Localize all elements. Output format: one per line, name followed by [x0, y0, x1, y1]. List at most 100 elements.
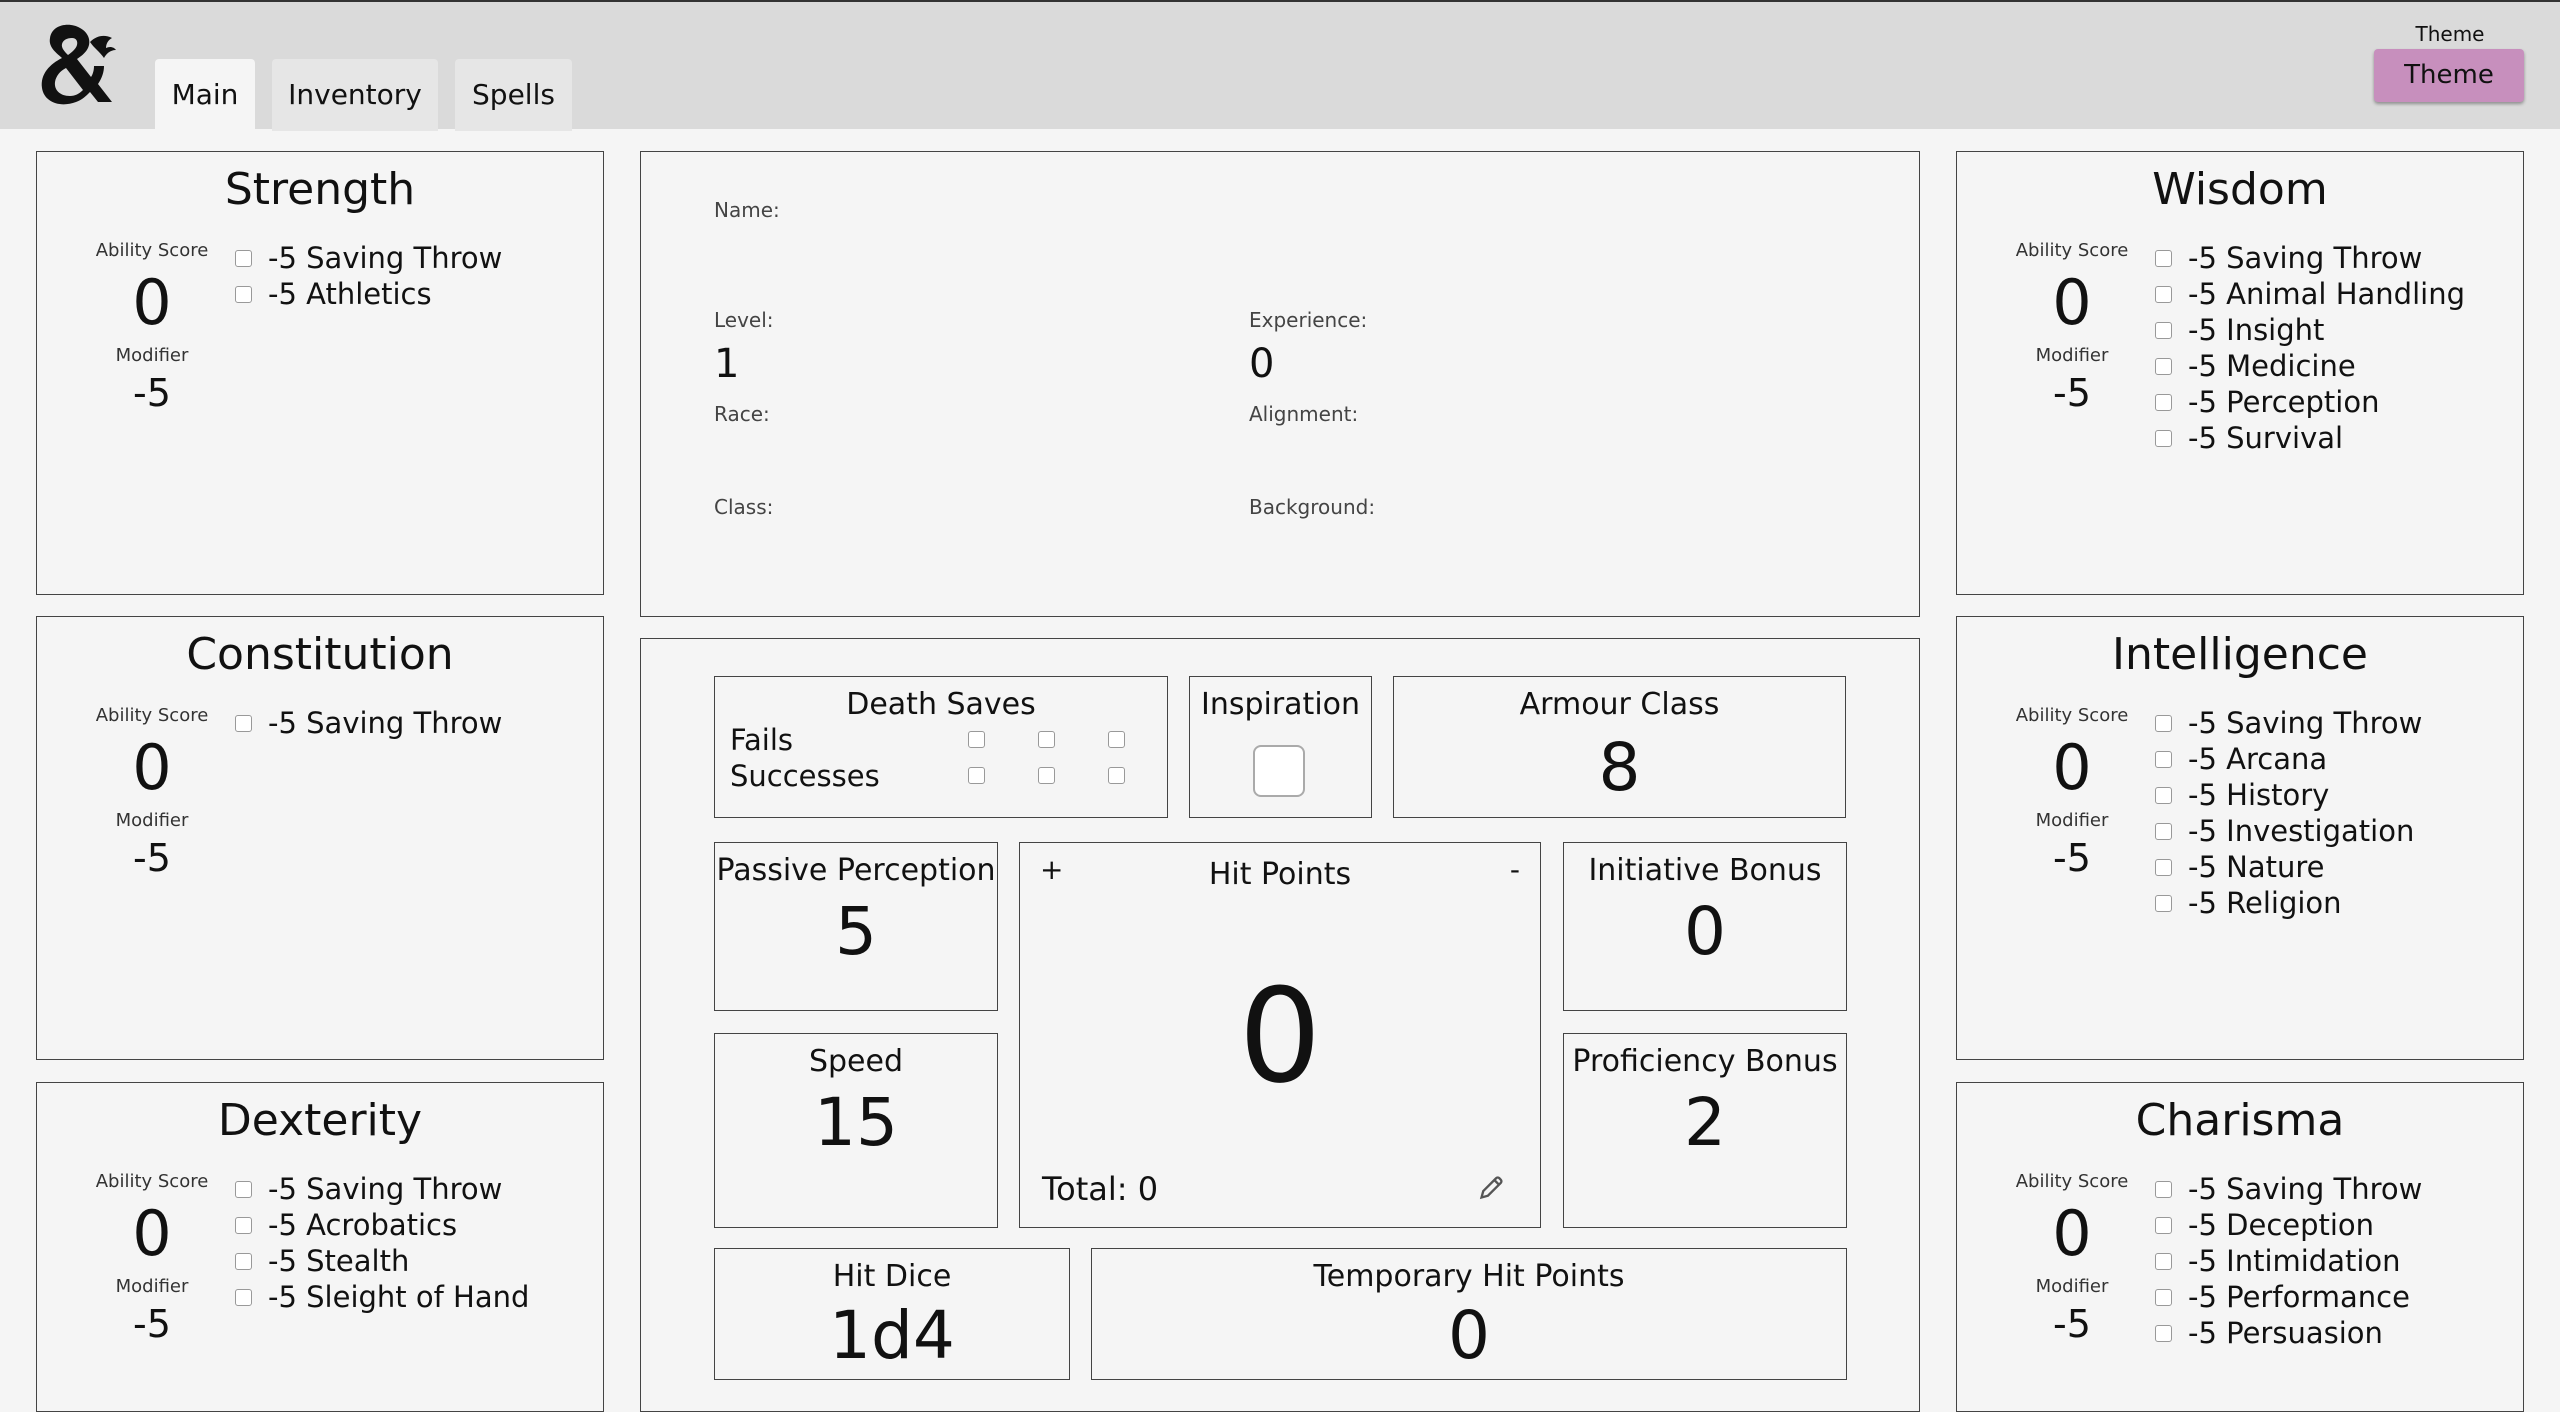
- speed-value: 15: [814, 1084, 898, 1161]
- skill-modifier: -5: [268, 1172, 297, 1206]
- temp-hit-points-title: Temporary Hit Points: [1313, 1259, 1625, 1294]
- skill-row: -5 Perception: [2155, 384, 2465, 420]
- proficiency-checkbox[interactable]: [235, 285, 252, 303]
- modifier-label: Modifier: [2035, 345, 2109, 366]
- skill-name: Religion: [2226, 886, 2342, 920]
- level-value[interactable]: 1: [714, 344, 739, 384]
- skill-modifier: -5: [2188, 706, 2217, 740]
- initiative-bonus-box: Initiative Bonus 0: [1563, 842, 1847, 1011]
- proficiency-checkbox[interactable]: [235, 1180, 252, 1198]
- proficiency-checkbox[interactable]: [2155, 1252, 2172, 1270]
- ability-score-value[interactable]: 0: [67, 1203, 237, 1265]
- death-save-success-checkbox[interactable]: [1108, 767, 1125, 784]
- skill-row: -5 Athletics: [235, 276, 502, 312]
- death-save-success-checkbox[interactable]: [1038, 767, 1055, 784]
- proficiency-checkbox[interactable]: [2155, 1288, 2172, 1306]
- proficiency-checkbox[interactable]: [2155, 429, 2172, 447]
- pencil-icon[interactable]: [1478, 1173, 1506, 1201]
- skill-list: -5 Saving Throw: [235, 705, 502, 741]
- proficiency-checkbox[interactable]: [2155, 249, 2172, 267]
- skill-modifier: -5: [268, 277, 297, 311]
- skill-row: -5 Saving Throw: [2155, 1171, 2422, 1207]
- modifier-value: -5: [2053, 1302, 2091, 1346]
- modifier-label: Modifier: [115, 1276, 189, 1297]
- inspiration-checkbox[interactable]: [1253, 745, 1305, 797]
- proficiency-checkbox[interactable]: [2155, 285, 2172, 303]
- experience-value[interactable]: 0: [1249, 344, 1274, 384]
- death-save-fail-checkbox[interactable]: [1108, 731, 1125, 748]
- skill-row: -5 Saving Throw: [235, 1171, 529, 1207]
- proficiency-bonus-box: Proficiency Bonus 2: [1563, 1033, 1847, 1228]
- skill-name: Medicine: [2226, 349, 2356, 383]
- skill-name: Sleight of Hand: [306, 1280, 530, 1314]
- proficiency-checkbox[interactable]: [2155, 357, 2172, 375]
- ability-score-value[interactable]: 0: [1987, 1203, 2157, 1265]
- proficiency-checkbox[interactable]: [2155, 1216, 2172, 1234]
- hit-dice-value[interactable]: 1d4: [715, 1303, 1069, 1369]
- skill-name: Arcana: [2226, 742, 2328, 776]
- skill-row: -5 Intimidation: [2155, 1243, 2422, 1279]
- modifier-value: -5: [133, 371, 171, 415]
- death-save-success-checkbox[interactable]: [968, 767, 985, 784]
- death-save-fail-checkbox[interactable]: [968, 731, 985, 748]
- proficiency-checkbox[interactable]: [2155, 894, 2172, 912]
- proficiency-checkbox[interactable]: [235, 249, 252, 267]
- skill-name: Saving Throw: [2226, 706, 2423, 740]
- ability-score-label: Ability Score: [2015, 240, 2129, 261]
- skill-modifier: -5: [2188, 814, 2217, 848]
- ability-score-label: Ability Score: [95, 1171, 209, 1192]
- skill-row: -5 History: [2155, 777, 2422, 813]
- speed-box: Speed 15: [714, 1033, 998, 1228]
- proficiency-checkbox[interactable]: [235, 1252, 252, 1270]
- hit-points-title: Hit Points: [1208, 857, 1352, 892]
- proficiency-checkbox[interactable]: [2155, 393, 2172, 411]
- successes-label: Successes: [730, 759, 880, 793]
- tab-inventory[interactable]: Inventory: [272, 59, 438, 131]
- ability-score-value[interactable]: 0: [67, 272, 237, 334]
- constitution-panel: Constitution Ability Score 0 Modifier -5…: [36, 616, 604, 1060]
- dnd-logo-icon: [41, 24, 116, 105]
- proficiency-checkbox[interactable]: [2155, 858, 2172, 876]
- proficiency-checkbox[interactable]: [2155, 822, 2172, 840]
- proficiency-checkbox[interactable]: [235, 1216, 252, 1234]
- proficiency-checkbox[interactable]: [2155, 714, 2172, 732]
- proficiency-checkbox[interactable]: [235, 714, 252, 732]
- theme-button[interactable]: Theme: [2374, 49, 2524, 102]
- modifier-label: Modifier: [2035, 1276, 2109, 1297]
- proficiency-checkbox[interactable]: [235, 1288, 252, 1306]
- proficiency-checkbox[interactable]: [2155, 1324, 2172, 1342]
- ability-score-value[interactable]: 0: [67, 737, 237, 799]
- race-label: Race:: [714, 402, 770, 426]
- ability-score-value[interactable]: 0: [1987, 737, 2157, 799]
- proficiency-checkbox[interactable]: [2155, 750, 2172, 768]
- skill-row: -5 Persuasion: [2155, 1315, 2422, 1351]
- skill-modifier: -5: [2188, 241, 2217, 275]
- skill-name: Perception: [2226, 385, 2380, 419]
- ability-score-value[interactable]: 0: [1987, 272, 2157, 334]
- modifier-value: -5: [133, 836, 171, 880]
- tab-spells[interactable]: Spells: [455, 59, 572, 131]
- tab-main[interactable]: Main: [155, 59, 255, 131]
- death-save-fail-checkbox[interactable]: [1038, 731, 1055, 748]
- skill-modifier: -5: [2188, 313, 2217, 347]
- hp-decrease-button[interactable]: -: [1510, 853, 1520, 886]
- proficiency-checkbox[interactable]: [2155, 786, 2172, 804]
- top-bar: Main Inventory Spells Theme Theme: [0, 0, 2560, 131]
- skill-name: Deception: [2226, 1208, 2375, 1242]
- modifier-value: -5: [133, 1302, 171, 1346]
- skill-list: -5 Saving Throw -5 Animal Handling -5 In…: [2155, 240, 2465, 456]
- skill-modifier: -5: [2188, 1316, 2217, 1350]
- fails-label: Fails: [730, 723, 794, 757]
- skill-modifier: -5: [2188, 742, 2217, 776]
- proficiency-checkbox[interactable]: [2155, 1180, 2172, 1198]
- hit-points-total: Total: 0: [1042, 1170, 1159, 1208]
- background-label: Background:: [1249, 495, 1376, 519]
- temp-hit-points-value[interactable]: 0: [1092, 1303, 1846, 1369]
- hit-points-value: 0: [1238, 960, 1322, 1112]
- skill-row: -5 Religion: [2155, 885, 2422, 921]
- skill-row: -5 Acrobatics: [235, 1207, 529, 1243]
- skill-row: -5 Saving Throw: [235, 240, 502, 276]
- skill-name: Saving Throw: [2226, 1172, 2423, 1206]
- proficiency-checkbox[interactable]: [2155, 321, 2172, 339]
- skill-name: Acrobatics: [306, 1208, 458, 1242]
